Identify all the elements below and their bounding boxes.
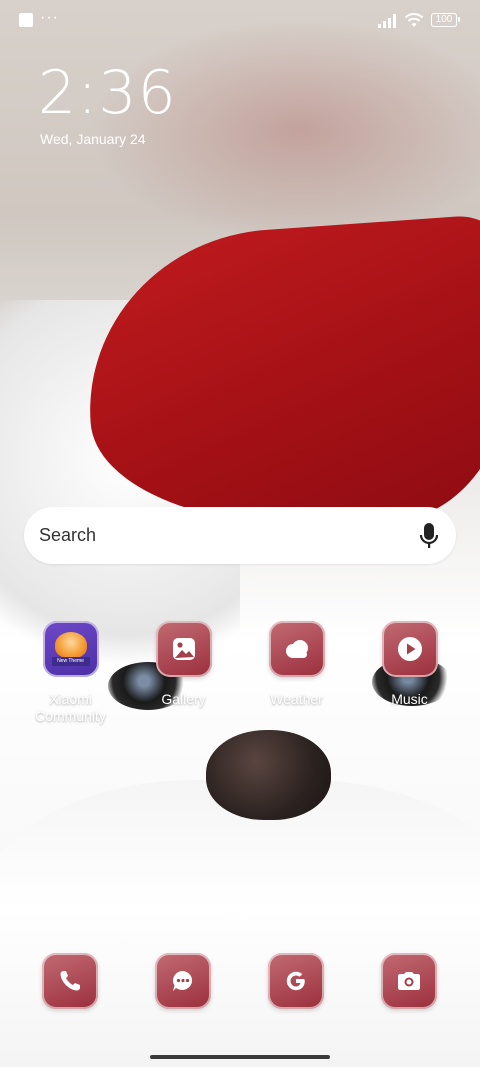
clock-time[interactable]: 2:36 [38,58,177,128]
weather-icon [268,621,325,677]
gallery-icon [155,621,212,677]
battery-icon: 100 [431,13,460,27]
app-label-xiaomi-community: Xiaomi Community [35,691,106,724]
page-dot-active [229,916,235,922]
dock-camera[interactable] [381,953,437,1009]
page-dot [241,916,247,922]
signal-icon [378,14,396,28]
status-bar: ··· 100 [0,0,480,40]
app-music[interactable]: Music [353,621,466,708]
wifi-icon [404,13,424,27]
notification-square-icon [19,13,33,27]
page-indicator[interactable] [229,909,253,927]
dock-phone[interactable] [42,953,98,1009]
dock-messages[interactable] [155,953,211,1009]
music-icon [381,621,438,677]
messages-icon [173,971,193,991]
dock-google[interactable] [268,953,324,1009]
app-weather[interactable]: Weather [240,621,353,708]
app-label-gallery: Gallery [161,691,206,707]
phone-icon [60,971,80,991]
app-xiaomi-community[interactable]: New Theme Xiaomi Community [14,621,127,725]
clock-date[interactable]: Wed, January 24 [40,131,146,147]
app-gallery[interactable]: Gallery [127,621,240,708]
app-label-music: Music [391,691,428,707]
home-indicator[interactable] [150,1055,330,1059]
home-screen: ··· 100 2:36 Wed, January 24 Search New … [0,0,480,1067]
app-label-weather: Weather [270,691,323,707]
search-bar[interactable]: Search [24,507,456,564]
camera-icon [398,972,420,990]
search-placeholder: Search [39,525,97,545]
xiaomi-community-icon: New Theme [42,621,99,677]
google-icon [286,971,305,991]
wallpaper-dog-nose [206,730,331,820]
more-notifications-indicator: ··· [40,9,59,26]
mic-icon[interactable] [418,522,440,550]
